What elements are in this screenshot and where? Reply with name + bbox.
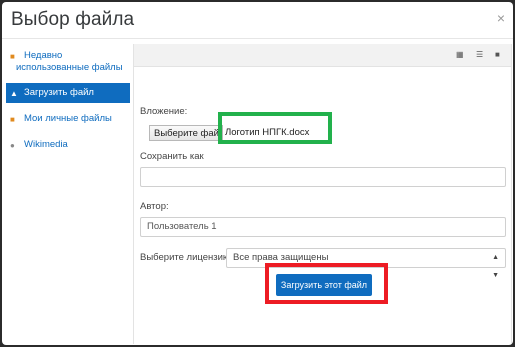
save-as-label: Сохранить как: [140, 151, 204, 162]
highlight-filename: [218, 112, 332, 144]
sidebar-item-label: Wikimedia: [24, 139, 68, 150]
author-input[interactable]: Пользователь 1: [140, 217, 506, 237]
sidebar-item-recent[interactable]: ■ Недавно использованные файлы: [6, 46, 130, 78]
view-toolbar: ▦ ☰ ■: [134, 44, 511, 67]
license-label: Выберите лицензию: [140, 252, 231, 263]
close-icon[interactable]: ×: [497, 10, 505, 26]
upload-icon: ▲: [10, 89, 18, 98]
globe-icon: ●: [10, 141, 15, 150]
header-divider: [2, 38, 513, 39]
save-as-input[interactable]: [140, 167, 506, 187]
dialog-title: Выбор файла: [11, 9, 135, 30]
sidebar-item-label: Недавно использованные файлы: [16, 50, 123, 73]
select-arrow-icon: ▲ ▼: [492, 254, 499, 279]
sidebar-item-wikimedia[interactable]: ● Wikimedia: [6, 135, 130, 155]
attachment-label: Вложение:: [140, 106, 188, 117]
sidebar-item-upload[interactable]: ▲ Загрузить файл: [6, 83, 130, 103]
folder-view-icon[interactable]: ■: [495, 50, 505, 59]
highlight-upload-button: [265, 263, 388, 304]
sidebar-item-label: Мои личные файлы: [24, 113, 112, 124]
author-label: Автор:: [140, 201, 169, 212]
list-view-icon[interactable]: ☰: [476, 50, 486, 59]
grid-view-icon[interactable]: ▦: [456, 50, 466, 59]
license-selected-value: Все права защищены: [233, 252, 329, 263]
sidebar-item-label: Загрузить файл: [24, 87, 94, 98]
sidebar-item-private-files[interactable]: ■ Мои личные файлы: [6, 109, 130, 129]
repository-sidebar: ■ Недавно использованные файлы ▲ Загрузи…: [6, 44, 130, 155]
choose-file-button[interactable]: Выберите файл: [149, 125, 223, 141]
file-picker-dialog: Выбор файла × ■ Недавно использованные ф…: [2, 2, 513, 345]
folder-icon: ■: [10, 52, 15, 61]
folder-icon: ■: [10, 115, 15, 124]
